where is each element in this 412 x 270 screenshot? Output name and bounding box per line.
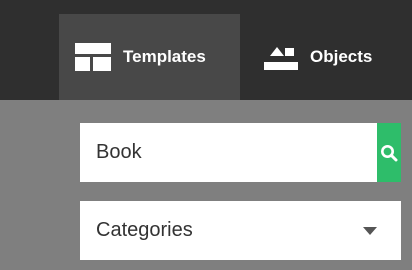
tab-objects-label: Objects [310, 47, 373, 66]
caret-down-icon [363, 226, 377, 235]
search-button[interactable] [377, 123, 401, 182]
tab-templates[interactable]: Templates [59, 14, 240, 100]
categories-dropdown[interactable]: Categories [80, 201, 401, 260]
top-toolbar: Templates Objects [0, 0, 412, 100]
search-icon [380, 144, 398, 162]
shapes-objects-icon [264, 44, 298, 70]
tab-objects[interactable]: Objects [240, 14, 412, 100]
categories-selected: Categories [96, 219, 193, 241]
search-input[interactable] [80, 123, 377, 182]
tab-templates-label: Templates [123, 47, 206, 66]
search-bar [80, 123, 401, 182]
layout-template-icon [75, 43, 111, 71]
